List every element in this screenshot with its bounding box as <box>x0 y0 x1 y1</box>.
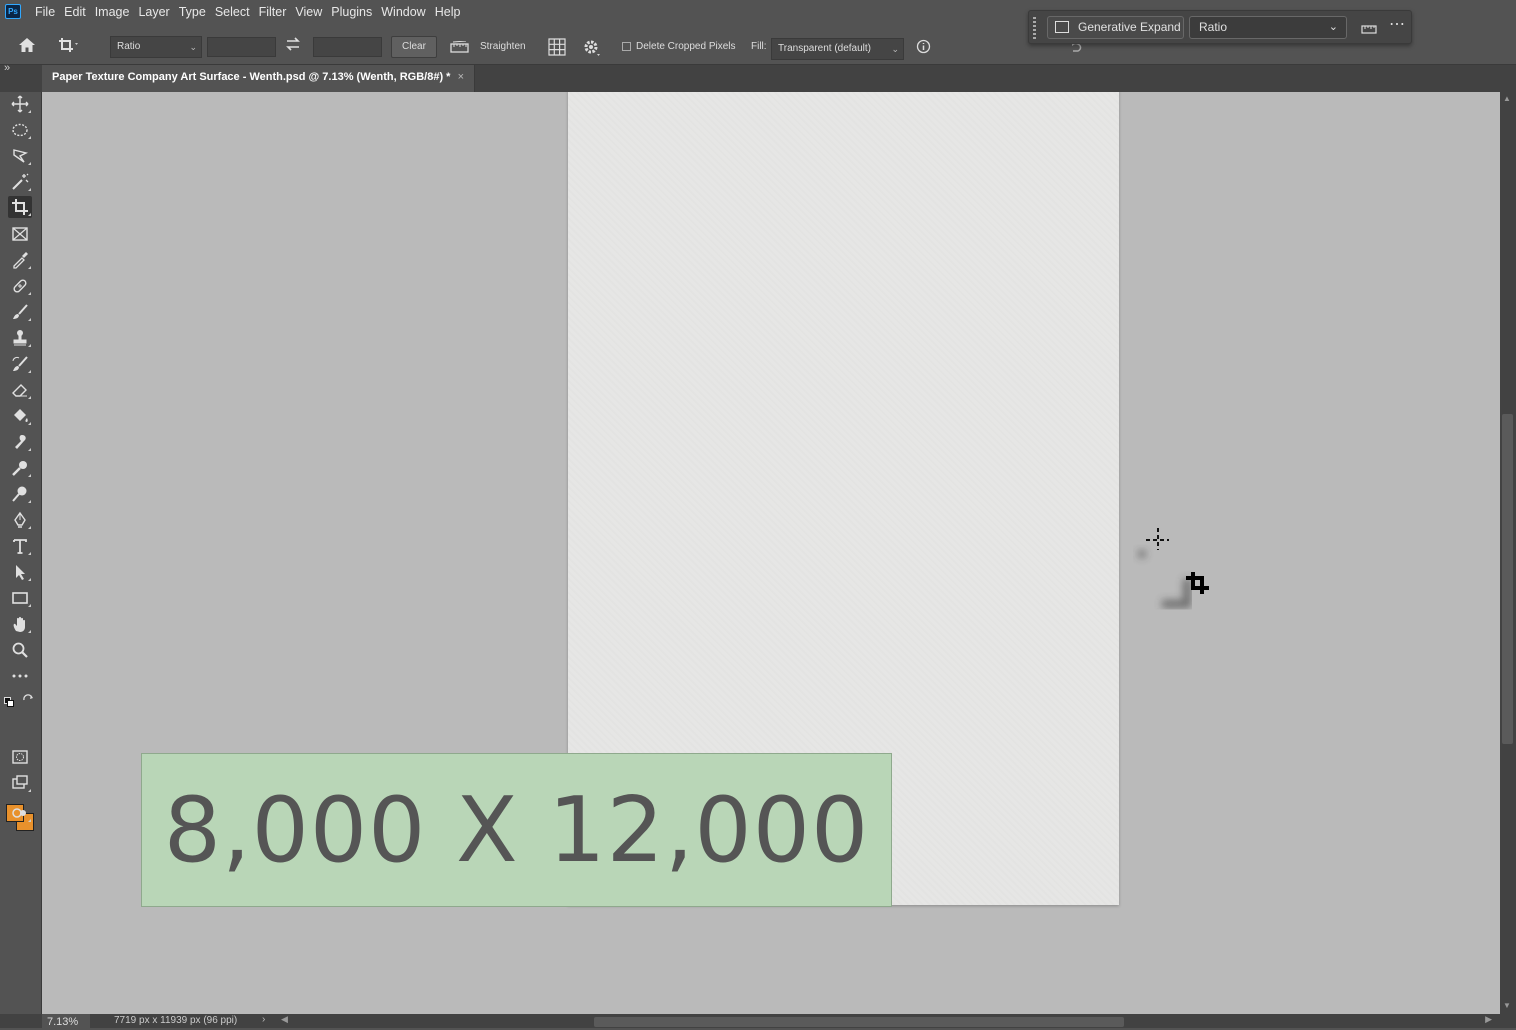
menu-filter[interactable]: Filter <box>259 0 287 25</box>
clear-button[interactable]: Clear <box>391 36 437 58</box>
menu-image[interactable]: Image <box>95 0 130 25</box>
straighten-label[interactable]: Straighten <box>480 39 526 55</box>
straighten-icon[interactable] <box>1361 21 1377 34</box>
zoom-tool-icon[interactable] <box>8 639 32 661</box>
frame-tool-icon[interactable] <box>8 223 32 245</box>
swap-icon[interactable] <box>285 37 301 56</box>
smudge-tool-icon[interactable] <box>8 431 32 453</box>
horizontal-scrollbar[interactable]: ◀ ▶ <box>278 1014 1500 1028</box>
menu-window[interactable]: Window <box>381 0 425 25</box>
stamp-tool-icon[interactable] <box>8 327 32 349</box>
tools-panel <box>0 92 42 1028</box>
scroll-left-icon[interactable]: ◀ <box>281 1014 288 1025</box>
status-bar: 7.13% 7719 px x 11939 px (96 ppi) › ◀ ▶ <box>0 1014 1516 1028</box>
menu-plugins[interactable]: Plugins <box>331 0 372 25</box>
pen-tool-icon[interactable] <box>8 509 32 531</box>
gear-icon[interactable] <box>583 39 601 62</box>
delete-cropped-pixels-checkbox[interactable] <box>622 42 631 51</box>
menu-select[interactable]: Select <box>215 0 250 25</box>
edit-toolbar-icon[interactable] <box>8 802 32 824</box>
dodge-tool-icon[interactable] <box>8 483 32 505</box>
type-tool-icon[interactable] <box>8 535 32 557</box>
fill-select[interactable]: Transparent (default) ⌄ <box>771 38 904 60</box>
crop-cursor-icon <box>1138 528 1209 608</box>
lasso-tool-icon[interactable] <box>8 145 32 167</box>
color-replacement-tool-icon[interactable] <box>8 457 32 479</box>
crop-tool-preset-icon[interactable] <box>58 37 80 58</box>
rectangle-tool-icon[interactable] <box>8 587 32 609</box>
crop-tool-icon[interactable] <box>8 196 32 218</box>
zoom-level-field[interactable]: 7.13% <box>42 1014 90 1028</box>
menu-file[interactable]: File <box>35 0 55 25</box>
width-field[interactable] <box>207 37 276 57</box>
chevron-down-icon: ⌄ <box>891 44 899 54</box>
fill-select-value: Transparent (default) <box>778 43 872 54</box>
document-tab-row: » Paper Texture Company Art Surface - We… <box>0 62 1516 92</box>
contextbar-ratio-select[interactable]: Ratio ⌄ <box>1189 16 1347 39</box>
delete-cropped-pixels-label[interactable]: Delete Cropped Pixels <box>636 39 736 55</box>
dimensions-overlay: 8,000 X 12,000 <box>141 753 892 907</box>
marquee-tool-icon[interactable] <box>8 119 32 141</box>
paint-bucket-tool-icon[interactable] <box>8 405 32 427</box>
chevron-down-icon: ⌄ <box>1328 21 1338 33</box>
chevron-down-icon: ⌄ <box>189 42 197 52</box>
document-info: 7719 px x 11939 px (96 ppi) <box>114 1015 238 1026</box>
brush-tool-icon[interactable] <box>8 301 32 323</box>
generative-expand-button[interactable]: Generative Expand <box>1047 16 1184 39</box>
straighten-icon[interactable] <box>450 40 469 58</box>
contextbar-ratio-value: Ratio <box>1199 20 1228 34</box>
screen-mode-icon[interactable] <box>8 772 32 794</box>
eraser-tool-icon[interactable] <box>8 379 32 401</box>
info-icon[interactable] <box>916 39 931 59</box>
menu-edit[interactable]: Edit <box>64 0 86 25</box>
height-field[interactable] <box>313 37 382 57</box>
generative-expand-label: Generative Expand <box>1078 20 1181 34</box>
menu-help[interactable]: Help <box>435 0 461 25</box>
grid-overlay-icon[interactable] <box>548 38 566 61</box>
vertical-scroll-thumb[interactable] <box>1502 414 1513 744</box>
horizontal-scroll-thumb[interactable] <box>594 1017 1124 1027</box>
ratio-select[interactable]: Ratio ⌄ <box>110 36 202 58</box>
menu-layer[interactable]: Layer <box>138 0 169 25</box>
dimensions-text: 8,000 X 12,000 <box>163 777 870 883</box>
drag-handle-icon[interactable] <box>1033 17 1036 39</box>
magic-wand-tool-icon[interactable] <box>8 171 32 193</box>
hand-tool-icon[interactable] <box>8 613 32 635</box>
menu: File Edit Image Layer Type Select Filter… <box>35 0 469 25</box>
quick-mask-icon[interactable] <box>8 746 32 768</box>
generative-expand-icon <box>1055 21 1069 33</box>
vertical-scrollbar[interactable]: ▲ ▼ <box>1500 92 1516 1014</box>
scroll-right-icon[interactable]: ▶ <box>1485 1014 1492 1025</box>
eyedropper-tool-icon[interactable] <box>8 249 32 271</box>
scroll-down-icon[interactable]: ▼ <box>1503 1001 1511 1010</box>
photoshop-logo-icon[interactable]: Ps <box>5 4 21 19</box>
document-title: Paper Texture Company Art Surface - Went… <box>52 71 451 83</box>
document-tab[interactable]: Paper Texture Company Art Surface - Went… <box>42 65 475 92</box>
menu-type[interactable]: Type <box>179 0 206 25</box>
more-tools-icon[interactable] <box>8 665 32 687</box>
home-icon[interactable] <box>18 37 36 58</box>
scroll-up-icon[interactable]: ▲ <box>1503 94 1511 103</box>
menu-view[interactable]: View <box>295 0 322 25</box>
fill-label: Fill: <box>751 41 767 52</box>
history-brush-tool-icon[interactable] <box>8 353 32 375</box>
path-selection-tool-icon[interactable] <box>8 561 32 583</box>
healing-brush-tool-icon[interactable] <box>8 275 32 297</box>
more-options-icon[interactable]: ⋯ <box>1389 14 1406 34</box>
move-tool-icon[interactable] <box>8 93 32 115</box>
canvas-area[interactable]: 8,000 X 12,000 <box>42 92 1500 1014</box>
ratio-select-value: Ratio <box>117 41 141 52</box>
contextual-task-bar: Generative Expand Ratio ⌄ ⋯ <box>1028 10 1412 44</box>
swap-colors-icon[interactable] <box>22 693 34 705</box>
default-colors-icon[interactable] <box>4 694 14 707</box>
close-icon[interactable]: × <box>458 71 464 83</box>
expand-panels-icon[interactable]: » <box>4 62 10 74</box>
status-menu-arrow-icon[interactable]: › <box>262 1014 265 1025</box>
